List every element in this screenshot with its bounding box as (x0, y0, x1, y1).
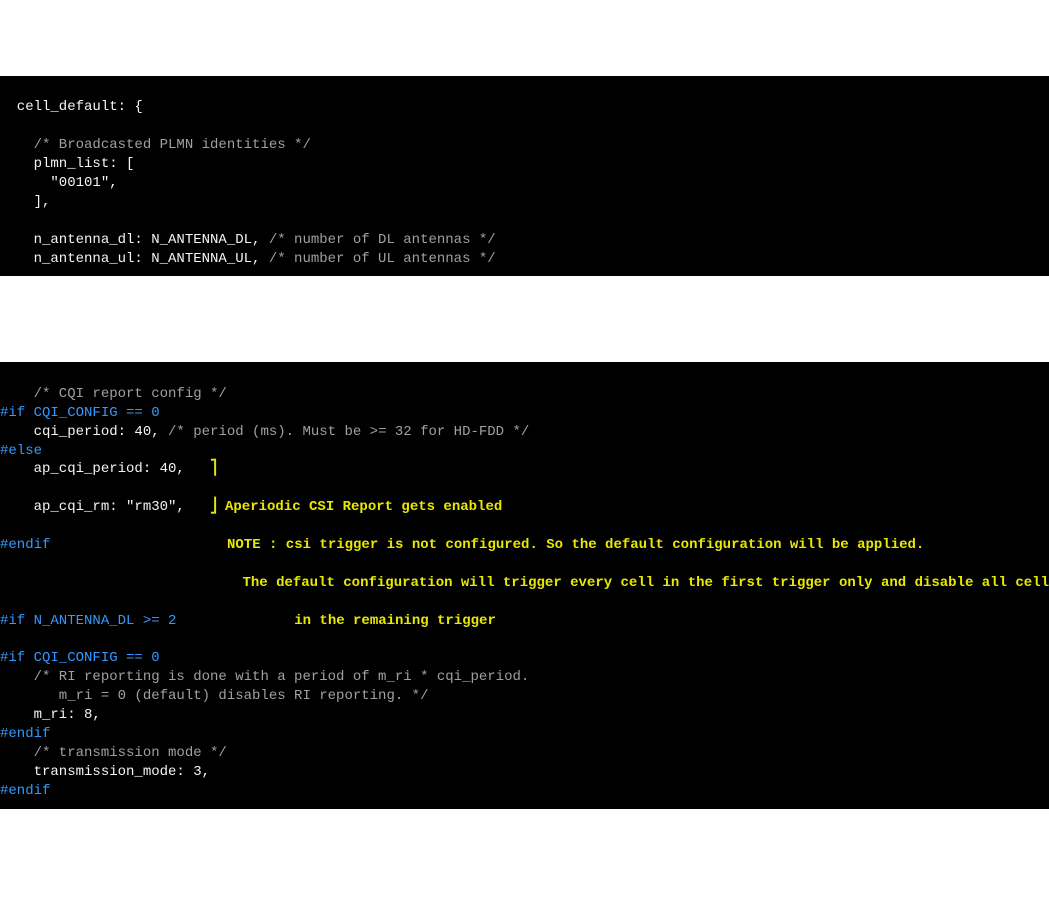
preprocessor-directive: #if CQI_CONFIG == 0 (0, 650, 160, 666)
code-text: n_antenna_dl: N_ANTENNA_DL, (0, 232, 269, 248)
code-block-2: /* CQI report config */ #if CQI_CONFIG =… (0, 362, 1049, 808)
code-text: cqi_period: 40, (0, 424, 168, 440)
code-line: cqi_period: 40, /* period (ms). Must be … (0, 424, 529, 440)
annotated-row: #endifNOTE : csi trigger is not configur… (0, 536, 1049, 555)
brace-icon: ⎤ (210, 460, 217, 479)
code-block-1: cell_default: { /* Broadcasted PLMN iden… (0, 76, 1049, 277)
code-line: cell_default: { (0, 99, 143, 115)
code-text: ap_cqi_period: 40, (0, 460, 210, 479)
annotated-row: The default configuration will trigger e… (0, 574, 1049, 593)
code-text: ap_cqi_rm: "rm30", (0, 498, 210, 517)
code-comment: /* RI reporting is done with a period of… (0, 669, 529, 685)
annotated-row: #if N_ANTENNA_DL >= 2 in the remaining t… (0, 612, 1049, 631)
code-comment: /* Broadcasted PLMN identities */ (0, 137, 311, 153)
code-comment: /* period (ms). Must be >= 32 for HD-FDD… (168, 424, 529, 440)
code-line: n_antenna_ul: N_ANTENNA_UL, /* number of… (0, 251, 496, 267)
annotation-text: The default configuration will trigger e… (176, 574, 1049, 593)
code-line: plmn_list: [ (0, 156, 134, 172)
annotation-text: in the remaining trigger (219, 612, 496, 631)
code-comment: /* transmission mode */ (0, 745, 227, 761)
annotation-text: NOTE : csi trigger is not configured. So… (219, 536, 924, 555)
code-line: n_antenna_dl: N_ANTENNA_DL, /* number of… (0, 232, 496, 248)
code-comment: /* number of DL antennas */ (269, 232, 496, 248)
preprocessor-directive: #endif (0, 726, 50, 742)
annotation-text: Aperiodic CSI Report gets enabled (217, 498, 502, 517)
code-line: transmission_mode: 3, (0, 764, 210, 780)
annotated-row: ap_cqi_period: 40,⎤ (0, 460, 1049, 479)
preprocessor-directive: #if N_ANTENNA_DL >= 2 (0, 612, 219, 631)
code-comment: /* number of UL antennas */ (269, 251, 496, 267)
preprocessor-directive: #if CQI_CONFIG == 0 (0, 405, 160, 421)
annotated-row: ap_cqi_rm: "rm30",⎦Aperiodic CSI Report … (0, 498, 1049, 517)
block-gap (0, 314, 1049, 324)
code-line: ], (0, 194, 50, 210)
code-text: n_antenna_ul: N_ANTENNA_UL, (0, 251, 269, 267)
code-line: m_ri: 8, (0, 707, 101, 723)
preprocessor-directive: #endif (0, 536, 219, 555)
preprocessor-directive: #endif (0, 783, 50, 799)
code-comment: m_ri = 0 (default) disables RI reporting… (0, 688, 428, 704)
preprocessor-directive: #else (0, 443, 42, 459)
code-comment: /* CQI report config */ (0, 386, 227, 402)
brace-icon: ⎦ (210, 498, 217, 517)
code-line: "00101", (0, 175, 118, 191)
